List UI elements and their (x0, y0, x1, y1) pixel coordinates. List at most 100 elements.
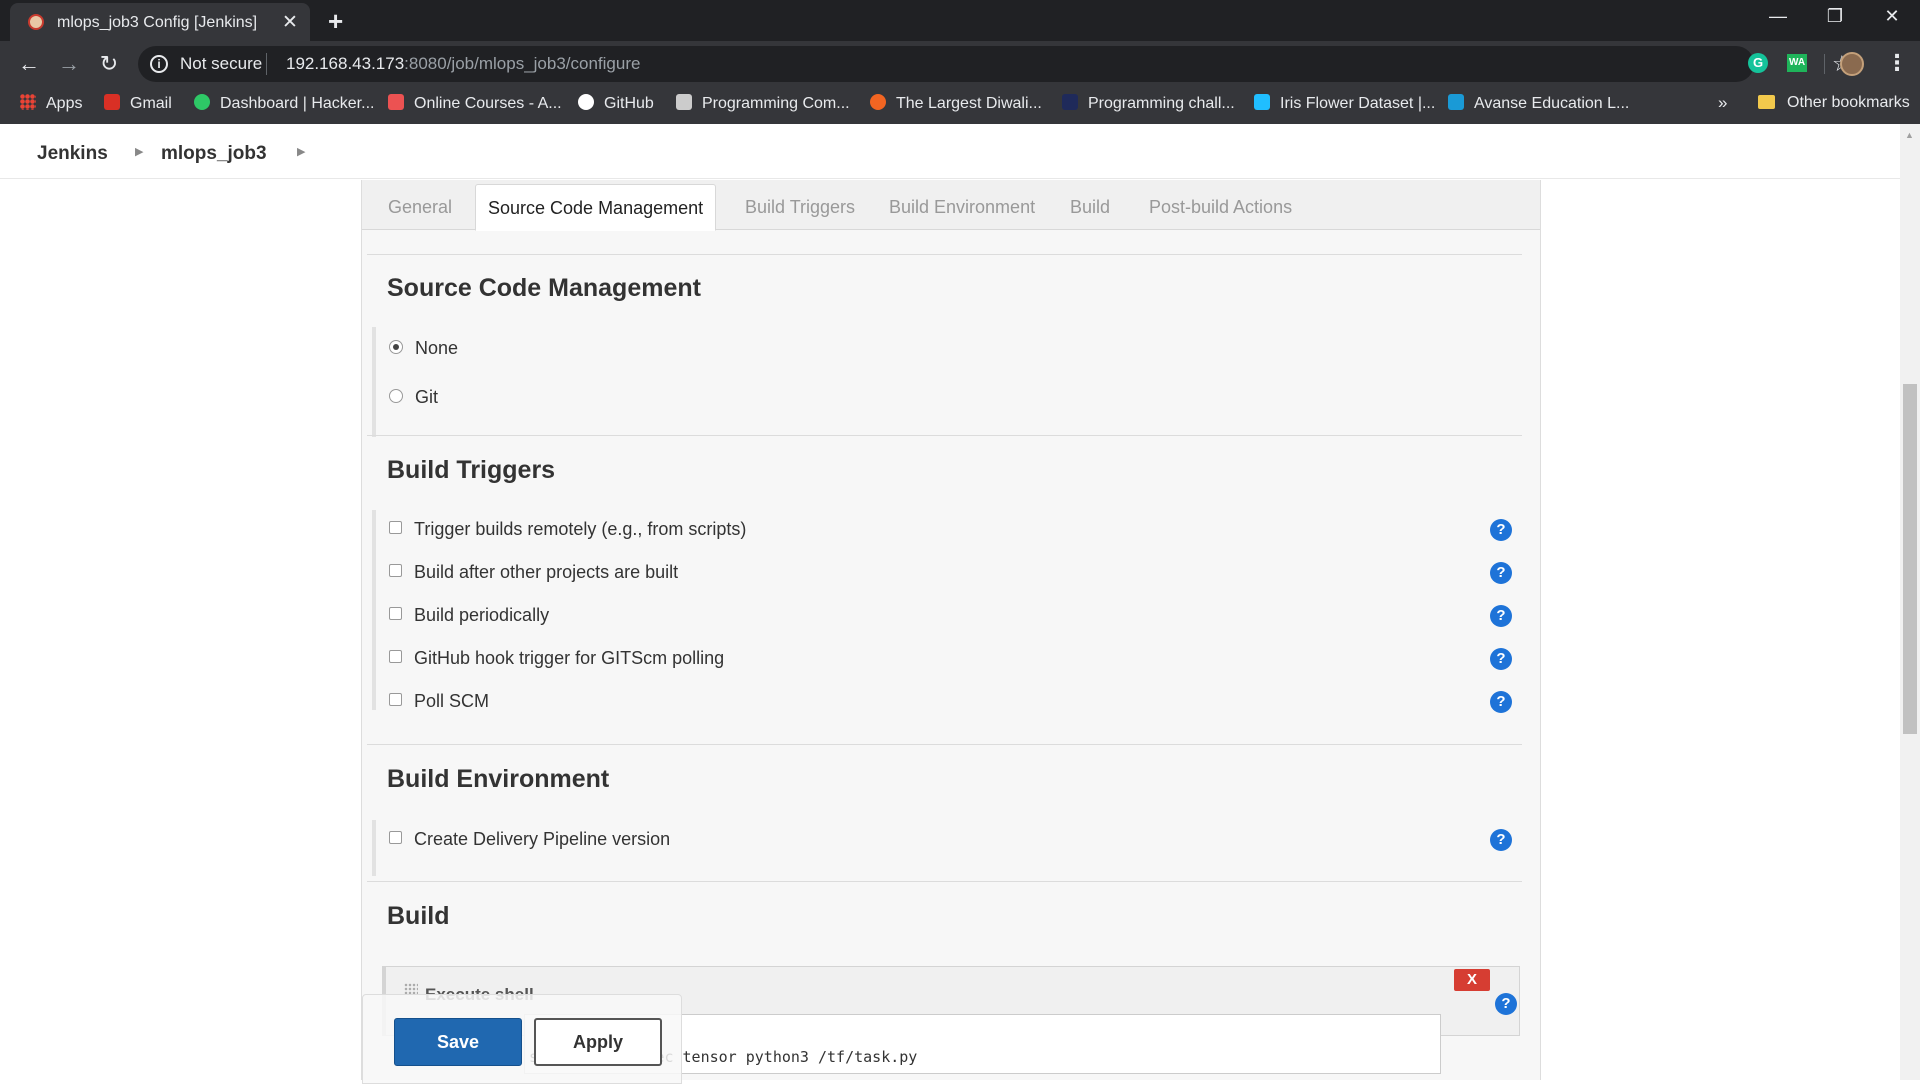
env-delivery-pipeline-version[interactable]: Create Delivery Pipeline version (389, 829, 670, 853)
breadcrumb-arrow-icon[interactable]: ▶ (135, 145, 143, 158)
breadcrumb: Jenkins ▶ mlops_job3 ▶ (0, 124, 1900, 179)
jenkins-favicon-icon (28, 14, 44, 30)
tab-post-build-actions[interactable]: Post-build Actions (1149, 197, 1292, 218)
grammarly-extension-icon[interactable]: G (1748, 53, 1768, 73)
avanse-icon (1448, 94, 1464, 110)
scroll-up-icon[interactable]: ▲ (1905, 130, 1914, 140)
browser-menu-icon[interactable]: ⋮ (1886, 50, 1908, 76)
browser-tabstrip: mlops_job3 Config [Jenkins] ✕ + — ❐ ✕ (0, 0, 1920, 41)
url-divider (266, 53, 267, 75)
tab-source-code-management[interactable]: Source Code Management (475, 184, 717, 231)
bookmark-udemy[interactable]: Online Courses - A... (388, 94, 562, 116)
scm-option-none[interactable]: None (389, 338, 458, 362)
checkbox[interactable] (389, 521, 402, 534)
scm-group-bar (372, 327, 376, 437)
apps-grid-icon (20, 94, 36, 110)
udemy-icon (388, 94, 404, 110)
build-section-title: Build (387, 902, 450, 930)
close-tab-icon[interactable]: ✕ (282, 11, 298, 34)
checkbox[interactable] (389, 607, 402, 620)
gmail-icon (104, 94, 120, 110)
help-icon[interactable]: ? (1490, 691, 1512, 713)
address-bar[interactable]: i Not secure 192.168.43.173:8080/job/mlo… (138, 46, 1852, 82)
tab-general[interactable]: General (388, 197, 452, 218)
help-icon[interactable]: ? (1490, 829, 1512, 851)
environment-group-bar (372, 820, 376, 876)
breadcrumb-arrow-icon[interactable]: ▶ (297, 145, 305, 158)
build-environment-section-title: Build Environment (387, 765, 610, 793)
restore-icon[interactable]: ❐ (1815, 6, 1855, 27)
bookmark-gmail[interactable]: Gmail (104, 94, 172, 116)
trigger-remote[interactable]: Trigger builds remotely (e.g., from scri… (389, 519, 746, 543)
form-buttons-bar: Save Apply (362, 994, 682, 1084)
tab-title: mlops_job3 Config [Jenkins] (57, 14, 258, 31)
help-icon[interactable]: ? (1490, 648, 1512, 670)
jenkins-page: Jenkins ▶ mlops_job3 ▶ General Source Co… (0, 124, 1920, 1080)
apply-button[interactable]: Apply (534, 1018, 662, 1066)
radio-none[interactable] (389, 340, 403, 354)
scm-option-git[interactable]: Git (389, 387, 438, 411)
folder-icon (1758, 95, 1775, 109)
tab-build-environment[interactable]: Build Environment (889, 197, 1035, 218)
section-divider (367, 744, 1522, 745)
toolbar-divider (1824, 54, 1825, 74)
bookmark-programming-com[interactable]: Programming Com... (676, 94, 850, 116)
tab-build-triggers[interactable]: Build Triggers (745, 197, 855, 218)
minimize-icon[interactable]: — (1758, 6, 1798, 27)
radio-git[interactable] (389, 389, 403, 403)
breadcrumb-job[interactable]: mlops_job3 (161, 143, 267, 165)
build-triggers-section-title: Build Triggers (387, 456, 556, 484)
diwali-sale-icon (870, 94, 886, 110)
forward-icon[interactable]: → (56, 51, 82, 77)
section-divider (367, 435, 1522, 436)
browser-tab[interactable]: mlops_job3 Config [Jenkins] ✕ (10, 3, 310, 41)
delete-step-button[interactable]: X (1454, 969, 1490, 991)
close-window-icon[interactable]: ✕ (1872, 6, 1912, 27)
section-divider (367, 254, 1522, 255)
github-icon (578, 94, 594, 110)
bookmark-apps[interactable]: Apps (20, 94, 82, 116)
security-label[interactable]: Not secure (180, 54, 262, 74)
checkbox[interactable] (389, 564, 402, 577)
config-tabs: General Source Code Management Build Tri… (362, 180, 1540, 231)
bookmark-programming-chall[interactable]: Programming chall... (1062, 94, 1235, 116)
reload-icon[interactable]: ↻ (96, 51, 122, 77)
bookmark-diwali[interactable]: The Largest Diwali... (870, 94, 1042, 116)
more-bookmarks-icon[interactable]: » (1718, 93, 1727, 113)
profile-avatar[interactable] (1840, 52, 1864, 76)
bookmark-github[interactable]: GitHub (578, 94, 654, 116)
challenge-site-icon (1062, 94, 1078, 110)
bookmarks-bar: Apps Gmail Dashboard | Hacker... Online … (0, 87, 1920, 124)
url-text[interactable]: 192.168.43.173:8080/job/mlops_job3/confi… (286, 54, 640, 74)
back-icon[interactable]: ← (16, 51, 42, 77)
bookmark-hackerrank[interactable]: Dashboard | Hacker... (194, 94, 374, 116)
trigger-periodically[interactable]: Build periodically (389, 605, 549, 629)
hackerrank-icon (194, 94, 210, 110)
scroll-thumb[interactable] (1903, 384, 1917, 734)
help-icon[interactable]: ? (1490, 562, 1512, 584)
help-icon[interactable]: ? (1490, 605, 1512, 627)
info-icon[interactable]: i (150, 55, 168, 73)
page-scrollbar[interactable]: ▲ (1900, 124, 1920, 1080)
trigger-poll-scm[interactable]: Poll SCM (389, 691, 489, 715)
save-button[interactable]: Save (394, 1018, 522, 1066)
breadcrumb-jenkins[interactable]: Jenkins (37, 143, 108, 165)
section-divider (367, 881, 1522, 882)
whatsapp-extension-icon[interactable]: WA (1787, 54, 1807, 72)
browser-toolbar: ← → ↻ i Not secure 192.168.43.173:8080/j… (0, 41, 1920, 87)
kaggle-icon (1254, 94, 1270, 110)
help-icon[interactable]: ? (1490, 519, 1512, 541)
trigger-github-hook[interactable]: GitHub hook trigger for GITScm polling (389, 648, 724, 672)
triggers-group-bar (372, 510, 376, 710)
bookmark-avanse[interactable]: Avanse Education L... (1448, 94, 1629, 116)
new-tab-icon[interactable]: + (328, 6, 343, 37)
help-icon[interactable]: ? (1495, 993, 1517, 1015)
trigger-after-other-projects[interactable]: Build after other projects are built (389, 562, 678, 586)
checkbox[interactable] (389, 650, 402, 663)
config-form: General Source Code Management Build Tri… (361, 180, 1541, 1080)
checkbox[interactable] (389, 831, 402, 844)
checkbox[interactable] (389, 693, 402, 706)
bookmark-iris-dataset[interactable]: Iris Flower Dataset |... (1254, 94, 1435, 116)
tab-build[interactable]: Build (1070, 197, 1110, 218)
other-bookmarks[interactable]: Other bookmarks (1758, 94, 1910, 112)
